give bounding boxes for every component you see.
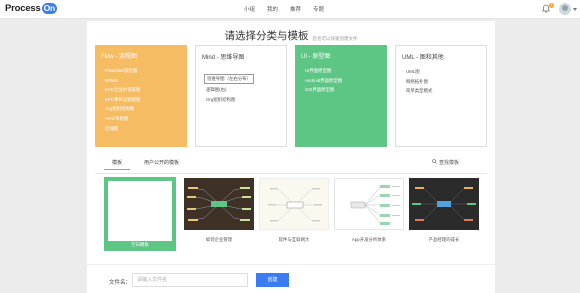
category-item[interactable]: EVC企业价值链图 (105, 85, 183, 95)
template-thumbnail (409, 178, 479, 230)
template-thumbnail (334, 178, 404, 230)
notification-badge: 1 (549, 3, 554, 8)
footer-divider (87, 264, 495, 265)
template-blank[interactable]: 空白模板 (104, 177, 176, 251)
category-item[interactable]: UI界面原型图 (305, 66, 383, 76)
nav-item-groups[interactable]: 小组 (244, 5, 255, 13)
category-item[interactable]: 红线图 (105, 124, 183, 134)
template-card[interactable]: 软件与互联网大 (259, 178, 329, 242)
category-flow[interactable]: Flow - 流程图 Flowchart流程图 BPMN EVC企业价值链图 E… (95, 45, 187, 147)
category-item[interactable]: UML图 (406, 67, 484, 77)
template-label: App开发分析体系 (351, 237, 387, 242)
template-thumbnail (184, 178, 254, 230)
dialog-subtitle: 您也可以快速创建文件 (312, 36, 358, 41)
category-item[interactable]: Org组织结构图 (105, 104, 183, 114)
nav-item-topics[interactable]: 专题 (313, 5, 324, 13)
chevron-down-icon[interactable] (573, 8, 577, 11)
template-label: 软件与互联网大 (278, 237, 310, 242)
logo[interactable]: Process On (5, 3, 57, 14)
category-mind[interactable]: Mind - 思维导图 思维导图（左右分布） 逻辑图(右) Org组织结构图 (195, 45, 287, 147)
category-item-selected[interactable]: 思维导图（左右分布） (204, 74, 254, 84)
filename-label: 文件名： (109, 280, 132, 286)
top-bar: Process On 小组 我的 推荐 专题 1 (0, 0, 580, 19)
dialog-header: 请选择分类与模板 您也可以快速创建文件 (87, 28, 495, 43)
tab-user-public-templates[interactable]: 用户公开的模板 (144, 159, 179, 166)
template-thumbnail (259, 178, 329, 230)
search-templates[interactable]: 查找模板 (432, 159, 460, 166)
tab-divider (95, 173, 487, 174)
category-title: UML - 图和其他 (402, 55, 444, 61)
category-item[interactable]: 网络拓扑图 (406, 77, 484, 87)
avatar[interactable] (559, 3, 571, 15)
template-card[interactable]: 产品经理的成长 (409, 178, 479, 242)
filename-input[interactable]: 请输入文件名 (132, 273, 248, 287)
category-title: Flow - 流程图 (101, 54, 138, 60)
logo-text: Process (5, 3, 41, 14)
category-uml[interactable]: UML - 图和其他 UML图 网络拓扑图 简单类型模式 (395, 45, 487, 147)
category-item[interactable]: Flowchart流程图 (105, 66, 183, 76)
category-item[interactable]: Org组织结构图 (206, 95, 284, 105)
nav-item-recommended[interactable]: 推荐 (290, 5, 301, 13)
category-item[interactable]: 简单类型模式 (406, 86, 484, 96)
search-icon (432, 159, 437, 164)
category-ui[interactable]: UI - 原型图 UI界面原型图 Android界面原型图 iOS界面原型图 (295, 45, 387, 147)
dialog-title: 请选择分类与模板 (224, 30, 309, 42)
category-item[interactable]: iOS界面原型图 (305, 85, 383, 95)
nav-item-mine[interactable]: 我的 (267, 5, 278, 13)
category-item[interactable]: 逻辑图(右) (206, 85, 284, 95)
category-item[interactable]: BPMN (105, 76, 183, 86)
template-label: 产品经理的成长 (428, 237, 460, 242)
create-button[interactable]: 创建 (256, 273, 289, 287)
category-item[interactable]: Venn韦恩图 (105, 114, 183, 124)
logo-badge: On (41, 3, 57, 14)
template-card[interactable]: App开发分析体系 (334, 178, 404, 242)
category-item[interactable]: EPC事件过程链图 (105, 95, 183, 105)
template-label: 如何企业管理 (205, 237, 233, 242)
search-label: 查找模板 (439, 160, 460, 166)
tab-templates[interactable]: 模板 (103, 159, 131, 170)
category-panel: Flow - 流程图 Flowchart流程图 BPMN EVC企业价值链图 E… (95, 45, 487, 147)
category-title: Mind - 思维导图 (202, 55, 245, 61)
template-thumbnail (108, 181, 172, 241)
new-file-dialog: 请选择分类与模板 您也可以快速创建文件 Flow - 流程图 Flowchart… (87, 21, 495, 293)
category-title: UI - 原型图 (301, 54, 331, 60)
template-card[interactable]: 如何企业管理 (184, 178, 254, 242)
template-label: 空白模板 (131, 242, 149, 247)
category-item[interactable]: Android界面原型图 (305, 76, 383, 86)
